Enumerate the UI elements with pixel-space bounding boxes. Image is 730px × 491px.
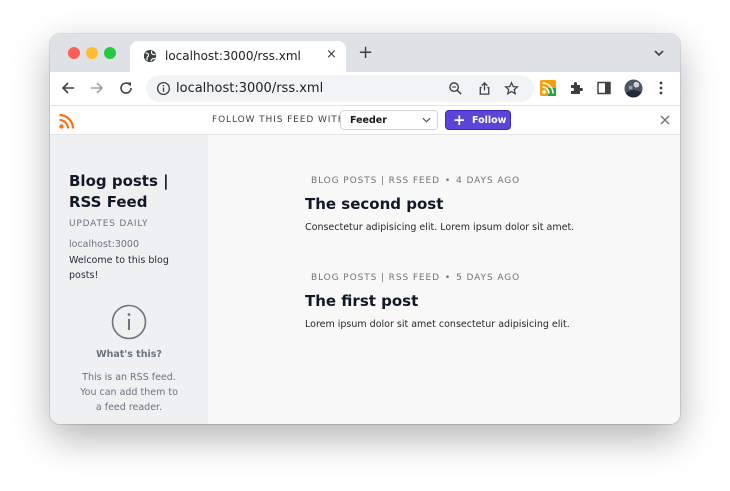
globe-icon — [143, 49, 157, 63]
follow-feed-label: FOLLOW THIS FEED WITH — [212, 115, 346, 125]
feed-sidebar: Blog posts | RSS Feed UPDATES DAILY loca… — [50, 135, 208, 424]
plus-icon: + — [453, 111, 466, 129]
bookmark-star-icon[interactable] — [504, 81, 519, 96]
feed-host-link[interactable]: localhost:3000 — [69, 239, 139, 250]
post-title-link[interactable]: The second post — [305, 195, 443, 213]
site-info-icon[interactable] — [156, 81, 171, 96]
whats-this-text: This is an RSS feed. You can add them to… — [80, 372, 178, 413]
separator-dot: • — [444, 273, 452, 283]
post-meta: BLOG POSTS | RSS FEED • 5 DAYS AGO — [311, 273, 520, 283]
whats-this-heading: What's this? — [96, 349, 162, 360]
separator-dot: • — [444, 176, 452, 186]
tab-search-chevron-icon[interactable] — [654, 48, 664, 58]
extensions-puzzle-icon[interactable] — [568, 80, 584, 96]
follow-button-label: Follow — [472, 115, 507, 126]
forward-arrow-icon[interactable] — [89, 80, 105, 96]
feed-title: Blog posts | RSS Feed — [69, 172, 169, 211]
feed-follow-banner: FOLLOW THIS FEED WITH Feeder + Follow — [50, 105, 680, 135]
tab-rss[interactable]: localhost:3000/rss.xml × — [130, 41, 346, 72]
info-circle-icon — [111, 304, 147, 340]
new-tab-button[interactable]: + — [358, 44, 373, 62]
chevron-down-icon — [422, 117, 431, 123]
follow-button[interactable]: + Follow — [445, 110, 511, 130]
back-arrow-icon[interactable] — [60, 80, 76, 96]
tab-close-icon[interactable]: × — [326, 47, 337, 62]
more-menu-icon[interactable] — [653, 80, 669, 96]
post-source: BLOG POSTS | RSS FEED — [311, 273, 440, 283]
post-title-link[interactable]: The first post — [305, 292, 418, 310]
profile-avatar[interactable] — [624, 79, 643, 98]
zoom-icon[interactable] — [448, 81, 463, 96]
feed-reader-selected: Feeder — [350, 115, 387, 126]
post-excerpt: Consectetur adipisicing elit. Lorem ipsu… — [305, 222, 575, 233]
feed-item: BLOG POSTS | RSS FEED • 4 DAYS AGO The sec… — [305, 176, 665, 236]
feed-items: BLOG POSTS | RSS FEED • 4 DAYS AGO The sec… — [208, 135, 680, 424]
tab-strip: localhost:3000/rss.xml × + — [50, 34, 680, 72]
minimize-window-button[interactable] — [86, 47, 98, 59]
reload-icon[interactable] — [118, 80, 134, 96]
browser-toolbar: localhost:3000/rss.xml — [50, 72, 680, 105]
close-banner-icon[interactable] — [659, 114, 671, 126]
address-bar[interactable]: localhost:3000/rss.xml — [146, 75, 534, 102]
share-icon[interactable] — [477, 81, 492, 96]
post-source: BLOG POSTS | RSS FEED — [311, 176, 440, 186]
feed-description: Welcome to this blog posts! — [69, 255, 169, 281]
url-text[interactable]: localhost:3000/rss.xml — [176, 81, 323, 96]
post-meta: BLOG POSTS | RSS FEED • 4 DAYS AGO — [311, 176, 520, 186]
feed-reader-select[interactable]: Feeder — [340, 110, 438, 130]
feed-item: BLOG POSTS | RSS FEED • 5 DAYS AGO The fir… — [305, 273, 665, 333]
post-excerpt: Lorem ipsum dolor sit amet consectetur a… — [305, 319, 570, 330]
maximize-window-button[interactable] — [104, 47, 116, 59]
tab-title: localhost:3000/rss.xml — [165, 49, 301, 63]
close-window-button[interactable] — [68, 47, 80, 59]
side-panel-icon[interactable] — [596, 80, 612, 96]
post-age: 4 DAYS AGO — [456, 176, 521, 186]
rss-feed-icon — [59, 113, 75, 129]
post-age: 5 DAYS AGO — [456, 273, 521, 283]
browser-window: localhost:3000/rss.xml × + localhost:300… — [50, 34, 680, 424]
rss-extension-icon[interactable] — [540, 80, 556, 96]
update-frequency: UPDATES DAILY — [69, 219, 149, 229]
